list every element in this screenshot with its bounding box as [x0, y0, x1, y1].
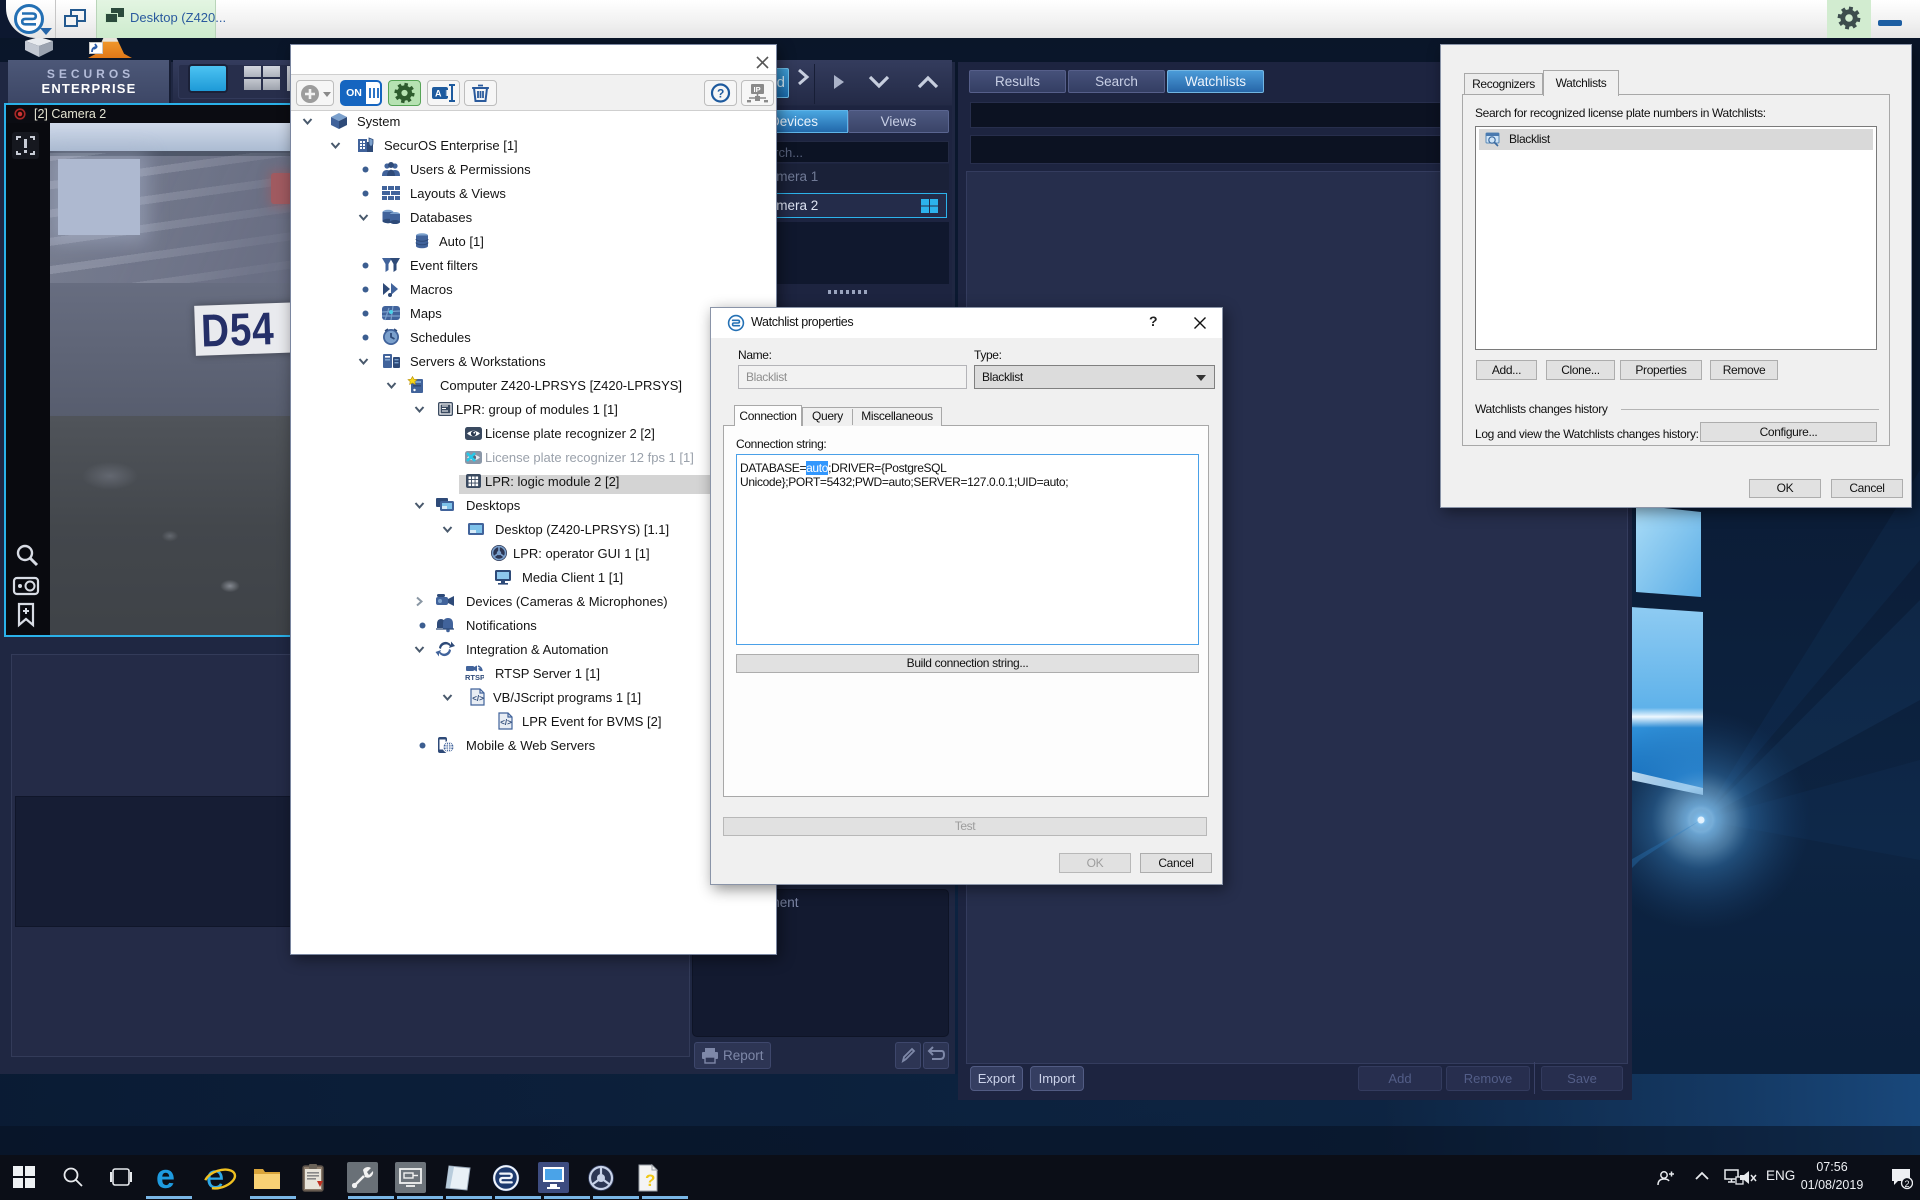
svg-text:2: 2 [1905, 1179, 1910, 1189]
svg-text:RTSP: RTSP [465, 673, 484, 682]
svg-text:I: I [445, 89, 448, 99]
svg-text:</>: </> [500, 718, 512, 727]
svg-text:IP: IP [754, 85, 761, 94]
svg-text:A: A [435, 89, 442, 99]
svg-text:?: ? [645, 1171, 655, 1190]
svg-text:?: ? [717, 87, 724, 101]
svg-text:</>: </> [472, 694, 484, 703]
